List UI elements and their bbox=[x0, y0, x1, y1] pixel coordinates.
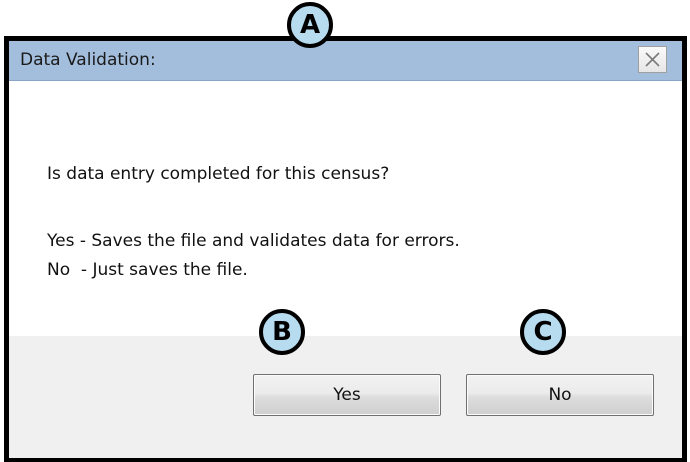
yes-description: Yes - Saves the file and validates data … bbox=[47, 231, 460, 251]
dialog-title: Data Validation: bbox=[20, 50, 156, 70]
callout-c-badge: C bbox=[520, 309, 566, 355]
callout-b-badge: B bbox=[259, 309, 305, 355]
no-button[interactable]: No bbox=[466, 374, 654, 416]
close-icon bbox=[645, 52, 660, 67]
close-button[interactable] bbox=[638, 46, 667, 73]
callout-a-badge: A bbox=[287, 2, 333, 48]
dialog-question: Is data entry completed for this census? bbox=[47, 164, 390, 184]
no-description: No - Just saves the file. bbox=[47, 260, 248, 280]
dialog-titlebar[interactable]: Data Validation: bbox=[9, 41, 682, 81]
data-validation-dialog: Data Validation: Is data entry completed… bbox=[4, 36, 687, 462]
yes-button[interactable]: Yes bbox=[253, 374, 441, 416]
